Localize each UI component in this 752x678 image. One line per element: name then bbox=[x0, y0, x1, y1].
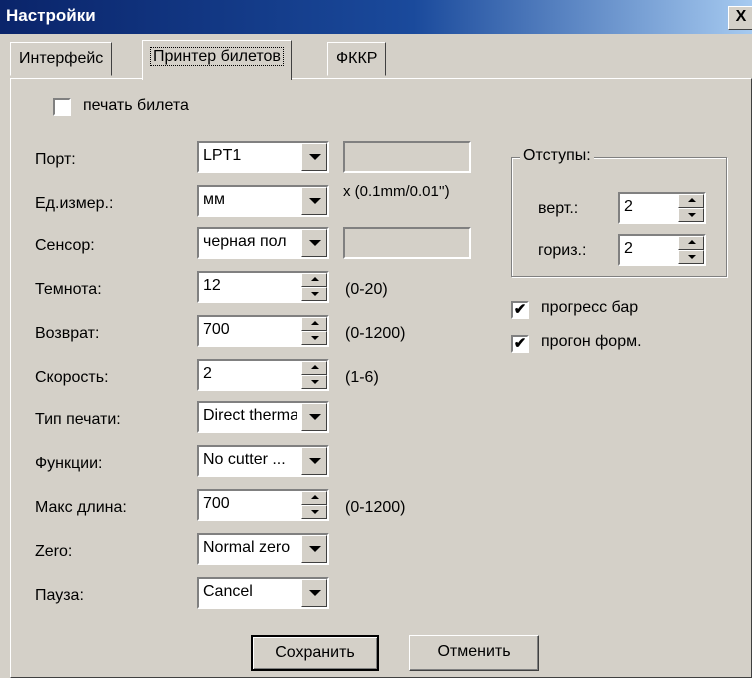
settings-window: Настройки X Интерфейс Принтер билетов ФК… bbox=[0, 0, 752, 678]
chevron-down-icon bbox=[309, 458, 321, 464]
arrow-up-icon bbox=[311, 321, 319, 325]
arrow-down-icon bbox=[688, 255, 696, 259]
tab-ticket-printer[interactable]: Принтер билетов bbox=[142, 40, 292, 80]
horiz-spinner[interactable]: 2 bbox=[618, 234, 706, 266]
units-dropdown-button[interactable] bbox=[301, 187, 327, 215]
offsets-title: Отступы: bbox=[520, 147, 594, 165]
darkness-up-button[interactable] bbox=[301, 273, 327, 287]
units-hint: x (0.1mm/0.01'') bbox=[343, 183, 450, 200]
speed-up-button[interactable] bbox=[301, 361, 327, 375]
speed-down-button[interactable] bbox=[301, 375, 327, 389]
zero-dropdown-button[interactable] bbox=[301, 535, 327, 563]
close-button[interactable]: X bbox=[728, 6, 752, 30]
max-length-range: (0-1200) bbox=[345, 499, 406, 516]
functions-dropdown-button[interactable] bbox=[301, 447, 327, 475]
return-label: Возврат: bbox=[35, 325, 100, 342]
pause-dropdown-button[interactable] bbox=[301, 579, 327, 607]
arrow-up-icon bbox=[688, 240, 696, 244]
darkness-down-button[interactable] bbox=[301, 287, 327, 301]
arrow-down-icon bbox=[688, 213, 696, 217]
print-ticket-checkbox[interactable] bbox=[53, 98, 71, 116]
vert-up-button[interactable] bbox=[678, 194, 704, 208]
chevron-down-icon bbox=[309, 414, 321, 420]
port-select[interactable]: LPT1 bbox=[197, 141, 329, 173]
sensor-extra-field bbox=[343, 227, 471, 259]
speed-spinner[interactable]: 2 bbox=[197, 359, 329, 391]
arrow-down-icon bbox=[311, 380, 319, 384]
tab-fkkr[interactable]: ФККР bbox=[327, 42, 387, 76]
print-type-dropdown-button[interactable] bbox=[301, 403, 327, 431]
units-label: Ед.измер.: bbox=[35, 195, 114, 212]
print-type-select[interactable]: Direct thermal bbox=[197, 401, 329, 433]
pause-select[interactable]: Cancel bbox=[197, 577, 329, 609]
speed-range: (1-6) bbox=[345, 369, 379, 386]
window-title: Настройки bbox=[6, 6, 96, 25]
checkmark-icon: ✔ bbox=[513, 335, 527, 352]
return-down-button[interactable] bbox=[301, 331, 327, 345]
arrow-down-icon bbox=[311, 510, 319, 514]
horiz-up-button[interactable] bbox=[678, 236, 704, 250]
title-bar[interactable]: Настройки X bbox=[0, 0, 752, 34]
vert-down-button[interactable] bbox=[678, 208, 704, 222]
chevron-down-icon bbox=[309, 590, 321, 596]
close-icon: X bbox=[735, 8, 747, 25]
vert-spinner[interactable]: 2 bbox=[618, 192, 706, 224]
return-range: (0-1200) bbox=[345, 325, 406, 342]
functions-label: Функции: bbox=[35, 455, 103, 472]
offsets-group: Отступы: верт.: 2 гориз.: 2 bbox=[511, 147, 727, 277]
sensor-dropdown-button[interactable] bbox=[301, 229, 327, 257]
max-length-up-button[interactable] bbox=[301, 491, 327, 505]
arrow-up-icon bbox=[311, 365, 319, 369]
arrow-up-icon bbox=[311, 495, 319, 499]
chevron-down-icon bbox=[309, 240, 321, 246]
pause-label: Пауза: bbox=[35, 587, 84, 604]
arrow-down-icon bbox=[311, 336, 319, 340]
cancel-button[interactable]: Отменить bbox=[409, 635, 539, 671]
port-label: Порт: bbox=[35, 151, 76, 168]
chevron-down-icon bbox=[309, 154, 321, 160]
darkness-spinner[interactable]: 12 bbox=[197, 271, 329, 303]
return-up-button[interactable] bbox=[301, 317, 327, 331]
form-feed-label: прогон форм. bbox=[541, 333, 642, 350]
horiz-down-button[interactable] bbox=[678, 250, 704, 264]
darkness-range: (0-20) bbox=[345, 281, 388, 298]
chevron-down-icon bbox=[309, 198, 321, 204]
progress-bar-label: прогресс бар bbox=[541, 299, 639, 316]
save-button[interactable]: Сохранить bbox=[251, 635, 379, 671]
arrow-up-icon bbox=[688, 198, 696, 202]
functions-select[interactable]: No cutter ... bbox=[197, 445, 329, 477]
zero-label: Zero: bbox=[35, 543, 73, 560]
checkmark-icon: ✔ bbox=[513, 301, 527, 318]
horiz-label: гориз.: bbox=[538, 242, 587, 259]
return-spinner[interactable]: 700 bbox=[197, 315, 329, 347]
progress-bar-checkbox[interactable]: ✔ bbox=[511, 301, 529, 319]
speed-label: Скорость: bbox=[35, 369, 109, 386]
print-ticket-label: печать билета bbox=[83, 97, 189, 114]
form-feed-checkbox[interactable]: ✔ bbox=[511, 335, 529, 353]
zero-select[interactable]: Normal zero bbox=[197, 533, 329, 565]
tab-interface[interactable]: Интерфейс bbox=[10, 42, 113, 76]
max-length-spinner[interactable]: 700 bbox=[197, 489, 329, 521]
port-dropdown-button[interactable] bbox=[301, 143, 327, 171]
vert-label: верт.: bbox=[538, 200, 579, 217]
chevron-down-icon bbox=[309, 546, 321, 552]
arrow-down-icon bbox=[311, 292, 319, 296]
print-type-label: Тип печати: bbox=[35, 411, 121, 428]
port-extra-field bbox=[343, 141, 471, 173]
tab-panel: печать билета Порт: LPT1 Ед.измер.: мм x… bbox=[10, 78, 752, 678]
darkness-label: Темнота: bbox=[35, 281, 102, 298]
max-length-label: Макс длина: bbox=[35, 499, 127, 516]
sensor-label: Сенсор: bbox=[35, 237, 95, 254]
sensor-select[interactable]: черная пол bbox=[197, 227, 329, 259]
units-select[interactable]: мм bbox=[197, 185, 329, 217]
max-length-down-button[interactable] bbox=[301, 505, 327, 519]
arrow-up-icon bbox=[311, 277, 319, 281]
